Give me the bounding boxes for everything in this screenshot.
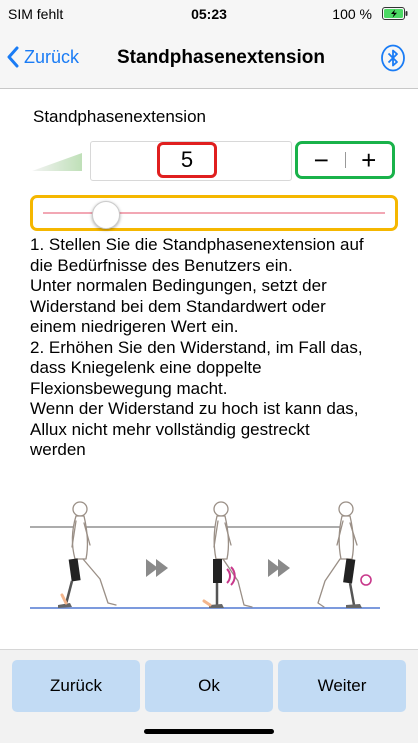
nav-back-button[interactable]: Zurück	[6, 46, 79, 68]
instruction-line: dass Kniegelenk eine doppelte	[30, 358, 262, 377]
instructions-text: 1. Stellen Sie die Standphasenextension …	[30, 235, 405, 461]
instruction-line: 1. Stellen Sie die Standphasenextension …	[30, 235, 364, 254]
page-title: Standphasenextension	[117, 47, 325, 68]
home-indicator	[144, 729, 274, 734]
status-bar: SIM fehlt 05:23 100 %	[0, 0, 418, 30]
chevron-left-icon	[7, 46, 19, 68]
instruction-line: Unter normalen Bedingungen, setzt der	[30, 276, 327, 295]
battery-percentage: 100 %	[332, 6, 372, 22]
instruction-line: die Bedürfnisse des Benutzers ein.	[30, 255, 293, 275]
bottom-toolbar: Zurück Ok Weiter	[0, 649, 418, 743]
bluetooth-icon[interactable]	[380, 44, 406, 72]
section-label: Standphasenextension	[33, 107, 206, 126]
nav-back-label: Zurück	[24, 46, 80, 67]
value-stepper[interactable]: − +	[295, 141, 395, 179]
instruction-line: Widerstand bei dem Standardwert oder	[30, 296, 326, 316]
instruction-line: 2. Erhöhen Sie den Widerstand, im Fall d…	[30, 337, 363, 357]
instruction-line: werden	[30, 440, 86, 459]
gait-illustration	[30, 501, 380, 609]
value-field[interactable]: 5	[90, 141, 292, 181]
value-display: 5	[157, 142, 217, 178]
instruction-line: Allux nicht mehr vollständig gestreckt	[30, 419, 310, 439]
decrement-button[interactable]: −	[298, 144, 345, 176]
instruction-line: Flexionsbewegung macht.	[30, 378, 228, 398]
navigation-bar: Zurück Standphasenextension	[0, 30, 418, 89]
slider-thumb[interactable]	[91, 201, 120, 229]
battery-charging-icon	[382, 7, 408, 20]
ok-button[interactable]: Ok	[145, 660, 273, 712]
next-button[interactable]: Weiter	[278, 660, 406, 712]
main-content: Standphasenextension 5 − + 1. Stellen Si…	[0, 89, 418, 649]
instruction-line: Wenn der Widerstand zu hoch ist kann das…	[30, 399, 359, 418]
resistance-slider[interactable]	[30, 195, 398, 231]
instruction-line: einem niedrigeren Wert ein.	[30, 317, 239, 336]
increment-button[interactable]: +	[346, 144, 393, 176]
level-wedge-icon	[32, 153, 82, 171]
back-button[interactable]: Zurück	[12, 660, 140, 712]
